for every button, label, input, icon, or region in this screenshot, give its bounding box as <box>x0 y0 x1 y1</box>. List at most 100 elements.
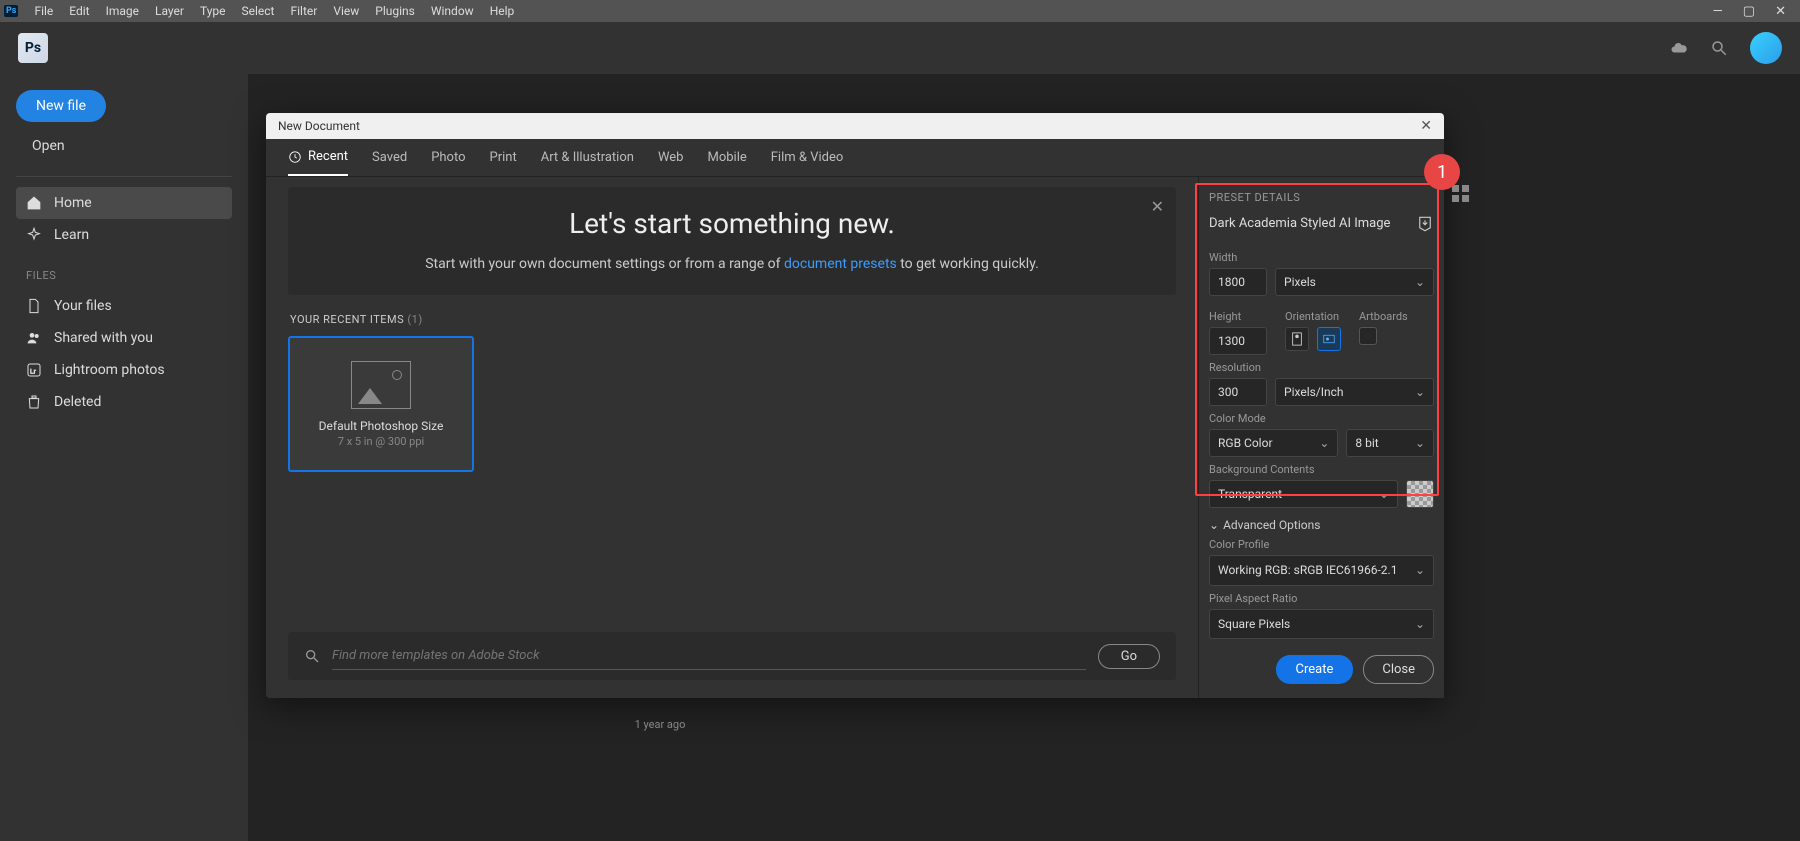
dialog-title: New Document <box>278 119 360 133</box>
bg-color-swatch[interactable] <box>1406 480 1434 508</box>
width-label: Width <box>1209 251 1434 264</box>
tab-recent[interactable]: Recent <box>288 139 348 176</box>
dialog-tabs: Recent Saved Photo Print Art & Illustrat… <box>266 139 1444 177</box>
menu-layer[interactable]: Layer <box>147 4 192 18</box>
nav-home[interactable]: Home <box>16 187 232 219</box>
divider <box>16 176 232 177</box>
document-presets-link[interactable]: document presets <box>784 256 897 272</box>
menu-window[interactable]: Window <box>423 4 482 18</box>
stock-search-row: Go <box>288 632 1176 680</box>
resolution-unit-select[interactable]: Pixels/Inch <box>1275 378 1434 406</box>
home-icon <box>26 195 42 211</box>
tab-film[interactable]: Film & Video <box>771 139 844 176</box>
file-icon <box>26 298 42 314</box>
window-controls: — ▢ ✕ <box>1713 4 1796 19</box>
avatar[interactable] <box>1750 32 1782 64</box>
orientation-landscape-button[interactable] <box>1317 327 1341 351</box>
header-strip: Ps <box>0 22 1800 74</box>
artboards-checkbox[interactable] <box>1359 327 1377 345</box>
colormode-select[interactable]: RGB Color <box>1209 429 1338 457</box>
dialog-titlebar: New Document ✕ <box>266 113 1444 139</box>
preset-details-panel: PRESET DETAILS Width Pixels Height Orien… <box>1198 177 1444 698</box>
menu-file[interactable]: File <box>26 4 61 18</box>
orientation-label: Orientation <box>1285 310 1341 323</box>
image-placeholder-icon <box>351 361 411 409</box>
colormode-label: Color Mode <box>1209 412 1434 425</box>
advanced-options-toggle[interactable]: Advanced Options <box>1209 518 1434 532</box>
create-button[interactable]: Create <box>1276 655 1354 684</box>
people-icon <box>26 330 42 346</box>
tab-art[interactable]: Art & Illustration <box>541 139 634 176</box>
nav-lightroom[interactable]: Lr Lightroom photos <box>16 354 232 386</box>
stock-search-input[interactable] <box>332 642 1086 670</box>
hero-heading: Let's start something new. <box>328 207 1136 240</box>
bitdepth-select[interactable]: 8 bit <box>1346 429 1434 457</box>
tab-print[interactable]: Print <box>490 139 517 176</box>
pixelaspect-label: Pixel Aspect Ratio <box>1209 592 1434 605</box>
tab-photo[interactable]: Photo <box>431 139 465 176</box>
close-window-icon[interactable]: ✕ <box>1775 4 1786 19</box>
resolution-input[interactable] <box>1209 378 1267 406</box>
open-button[interactable]: Open <box>16 130 81 162</box>
orientation-portrait-button[interactable] <box>1285 327 1309 351</box>
timestamp-label: 1 year ago <box>600 718 720 731</box>
sparkle-icon <box>26 227 42 243</box>
width-unit-select[interactable]: Pixels <box>1275 268 1434 296</box>
svg-text:Lr: Lr <box>30 367 37 375</box>
nav-shared[interactable]: Shared with you <box>16 322 232 354</box>
close-button[interactable]: Close <box>1363 655 1434 684</box>
menu-view[interactable]: View <box>325 4 367 18</box>
dialog-left-panel: ✕ Let's start something new. Start with … <box>266 177 1198 698</box>
pixelaspect-select[interactable]: Square Pixels <box>1209 609 1434 640</box>
menubar: Ps File Edit Image Layer Type Select Fil… <box>0 0 1800 22</box>
new-document-dialog: New Document ✕ Recent Saved Photo Print … <box>266 113 1444 698</box>
files-section-label: FILES <box>26 269 232 282</box>
annotation-badge: 1 <box>1424 154 1460 190</box>
preset-name-input[interactable] <box>1209 212 1410 235</box>
bg-select[interactable]: Transparent <box>1209 480 1398 508</box>
dialog-close-icon[interactable]: ✕ <box>1420 118 1432 134</box>
lightroom-icon: Lr <box>26 362 42 378</box>
recent-card-title: Default Photoshop Size <box>319 419 444 433</box>
bg-label: Background Contents <box>1209 463 1434 476</box>
menu-select[interactable]: Select <box>234 4 283 18</box>
width-input[interactable] <box>1209 268 1267 296</box>
menu-image[interactable]: Image <box>98 4 147 18</box>
app-logo-icon: Ps <box>18 33 48 63</box>
search-icon[interactable] <box>1710 39 1728 57</box>
ps-badge-icon: Ps <box>4 5 18 17</box>
tab-mobile[interactable]: Mobile <box>707 139 746 176</box>
recent-preset-card[interactable]: Default Photoshop Size 7 x 5 in @ 300 pp… <box>288 336 474 472</box>
menu-plugins[interactable]: Plugins <box>367 4 423 18</box>
nav-deleted[interactable]: Deleted <box>16 386 232 418</box>
cloud-icon[interactable] <box>1670 39 1688 57</box>
menu-help[interactable]: Help <box>482 4 523 18</box>
recent-items-label: YOUR RECENT ITEMS (1) <box>290 313 1176 326</box>
go-button[interactable]: Go <box>1098 644 1160 669</box>
save-preset-icon[interactable] <box>1416 215 1434 233</box>
trash-icon <box>26 394 42 410</box>
tab-web[interactable]: Web <box>658 139 684 176</box>
menu-edit[interactable]: Edit <box>61 4 97 18</box>
hero-text: Start with your own document settings or… <box>328 254 1136 275</box>
new-file-button[interactable]: New file <box>16 90 106 122</box>
colorprofile-label: Color Profile <box>1209 538 1434 551</box>
grid-view-icon[interactable] <box>1452 185 1470 203</box>
menu-type[interactable]: Type <box>192 4 234 18</box>
recent-card-subtitle: 7 x 5 in @ 300 ppi <box>338 435 424 448</box>
minimize-icon[interactable]: — <box>1713 4 1723 19</box>
search-icon <box>304 648 320 664</box>
clock-icon <box>288 150 302 164</box>
tab-saved[interactable]: Saved <box>372 139 407 176</box>
maximize-icon[interactable]: ▢ <box>1743 4 1755 19</box>
hero-close-icon[interactable]: ✕ <box>1151 197 1164 216</box>
menu-filter[interactable]: Filter <box>282 4 325 18</box>
home-sidebar: New file Open Home Learn FILES Your file… <box>0 74 248 841</box>
nav-your-files[interactable]: Your files <box>16 290 232 322</box>
nav-learn[interactable]: Learn <box>16 219 232 251</box>
colorprofile-select[interactable]: Working RGB: sRGB IEC61966-2.1 <box>1209 555 1434 586</box>
height-label: Height <box>1209 310 1267 323</box>
resolution-label: Resolution <box>1209 361 1434 374</box>
height-input[interactable] <box>1209 327 1267 355</box>
artboards-label: Artboards <box>1359 310 1408 323</box>
